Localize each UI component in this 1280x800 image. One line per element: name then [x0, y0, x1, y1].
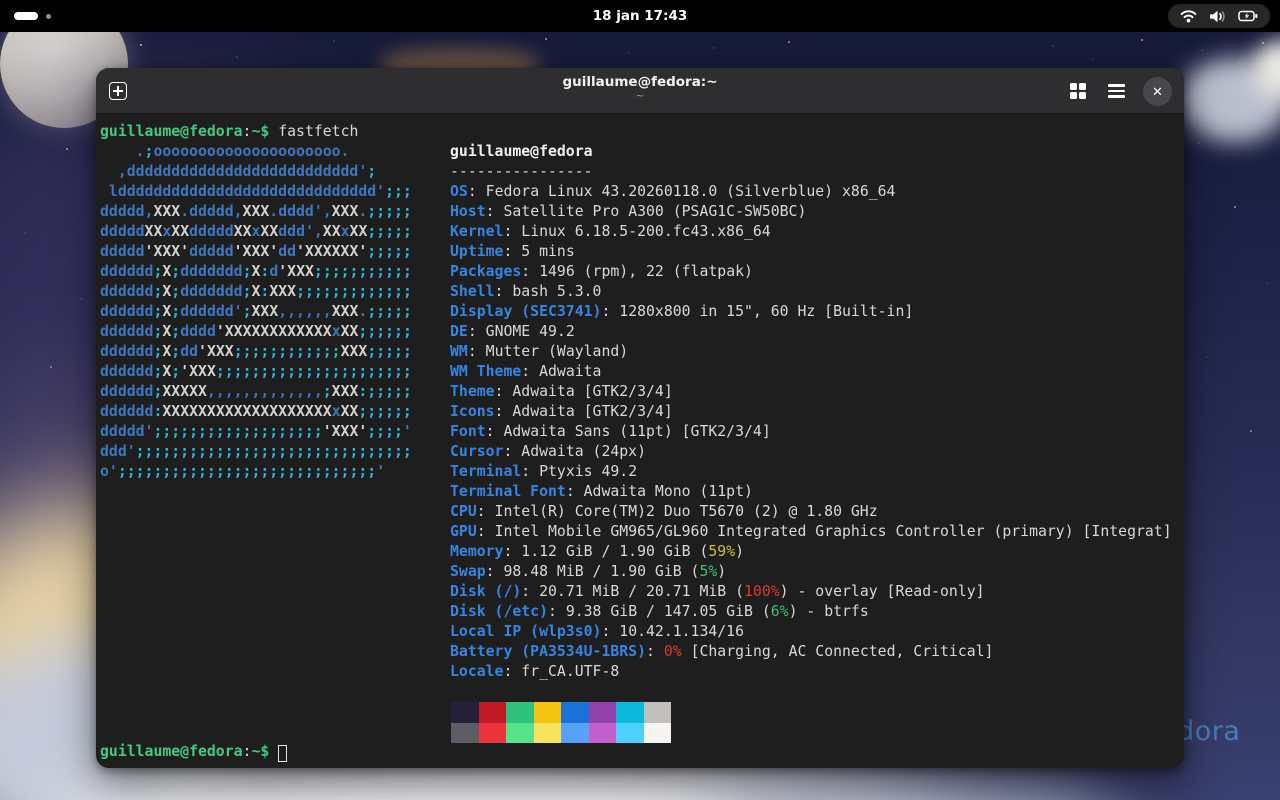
tab-overview-button[interactable]	[1066, 79, 1091, 104]
fastfetch-logo: .;ooooooooooooooooooooo. ,dddddddddddddd…	[100, 142, 412, 482]
command-text: fastfetch	[278, 123, 358, 140]
close-icon: ✕	[1152, 84, 1163, 99]
terminal-window: guillaume@fedora:~ ~ ✕ guillaume@fedora:…	[96, 68, 1184, 768]
hamburger-icon	[1108, 90, 1125, 92]
terminal-titlebar[interactable]: guillaume@fedora:~ ~ ✕	[96, 68, 1184, 114]
grid-icon	[1070, 83, 1087, 100]
plus-icon	[110, 83, 126, 99]
fastfetch-info: guillaume@fedora----------------OS: Fedo…	[450, 142, 1172, 682]
header-buttons: ✕	[1066, 68, 1173, 114]
terminal-cursor	[278, 745, 287, 762]
volume-icon	[1208, 9, 1227, 24]
main-menu-button[interactable]	[1104, 86, 1129, 96]
system-tray[interactable]	[1168, 4, 1270, 28]
window-subtitle: ~	[96, 91, 1184, 102]
close-button[interactable]: ✕	[1143, 77, 1172, 106]
prompt-user-host: guillaume@fedora	[100, 123, 243, 140]
wifi-icon	[1180, 9, 1197, 23]
window-title: guillaume@fedora:~	[96, 73, 1184, 91]
terminal-content[interactable]: guillaume@fedora:~$ fastfetch .;oooooooo…	[96, 114, 1184, 768]
window-title-group: guillaume@fedora:~ ~	[96, 73, 1184, 102]
prompt-line-bottom: guillaume@fedora:~$	[100, 742, 287, 762]
color-palette	[451, 702, 671, 743]
battery-charging-icon	[1238, 10, 1258, 22]
prompt-line-top: guillaume@fedora:~$ fastfetch	[100, 122, 358, 142]
clock[interactable]: 18 jan 17:43	[0, 0, 1280, 32]
new-tab-button[interactable]	[109, 82, 127, 100]
desktop: fedora guillaume@fedora:~ ~ ✕ guillaume@…	[0, 0, 1280, 800]
top-bar: 18 jan 17:43	[0, 0, 1280, 32]
